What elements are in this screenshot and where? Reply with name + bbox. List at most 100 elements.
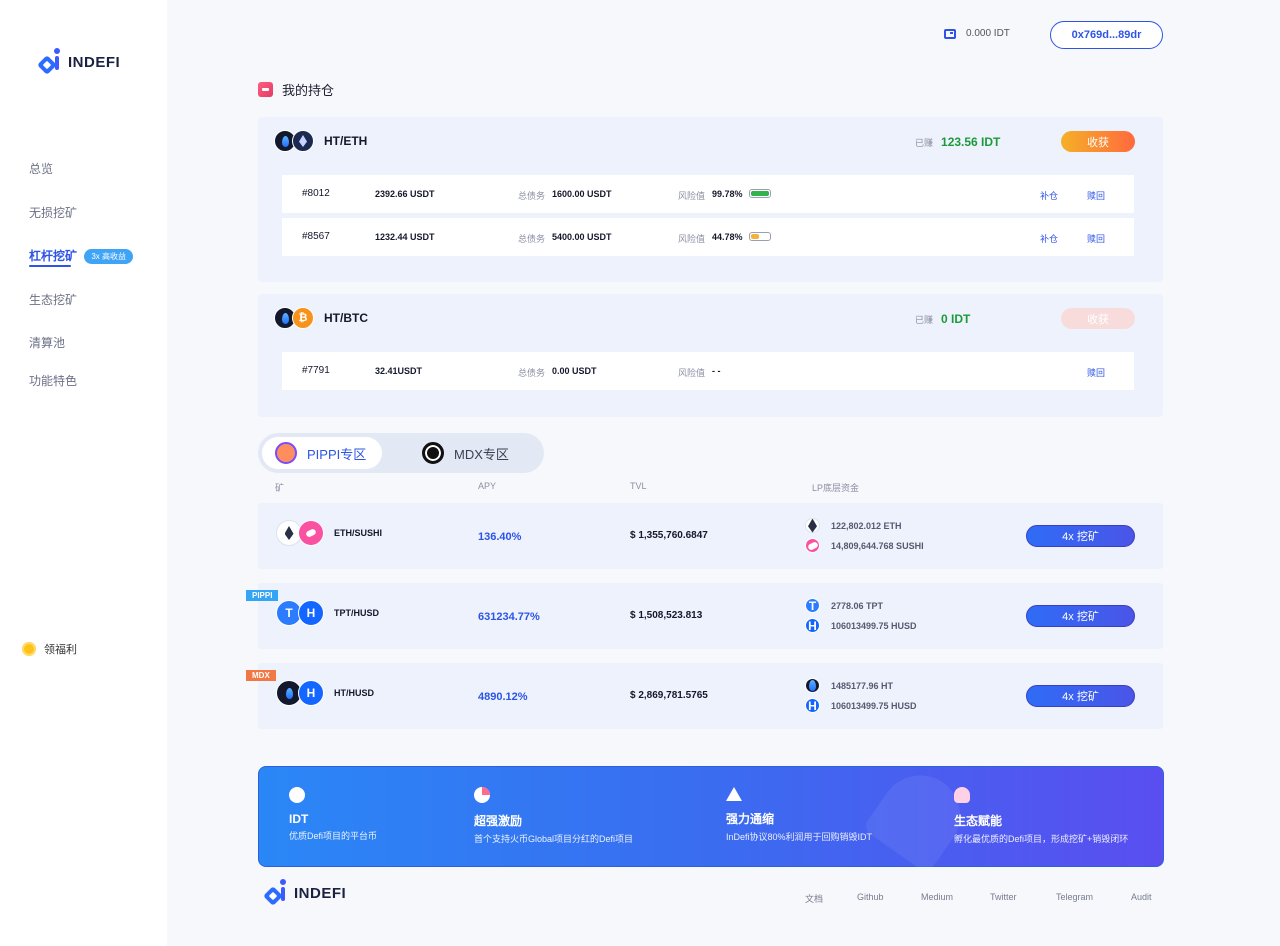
risk-meter (749, 232, 771, 241)
sidebar-item-overview[interactable]: 总览 (29, 160, 53, 177)
footer-link-docs[interactable]: 文档 (805, 892, 823, 905)
feature-title: IDT (289, 812, 309, 826)
lp-asset: 2778.06 TPT (805, 598, 883, 613)
gift-coin-icon (22, 642, 36, 656)
footer-link-medium[interactable]: Medium (921, 892, 953, 902)
husd-coin-icon (805, 618, 820, 633)
sidebar: INDEFI 总览 无损挖矿 杠杆挖矿 3x 高收益 生态挖矿 清算池 功能特色… (0, 0, 167, 946)
mdx-tag: MDX (246, 670, 276, 681)
leverage-mine-button[interactable]: 4x 挖矿 (1026, 685, 1135, 707)
apy-value: 4890.12% (478, 691, 528, 703)
sidebar-item-liquidation-pool[interactable]: 清算池 (29, 334, 65, 351)
pair-name: TPT/HUSD (334, 608, 379, 618)
sidebar-item-label: 无损挖矿 (29, 206, 78, 220)
sidebar-item-leverage-mining[interactable]: 杠杆挖矿 3x 高收益 (29, 247, 134, 267)
leverage-mine-button[interactable]: 4x 挖矿 (1026, 525, 1135, 547)
redeem-button[interactable]: 赎回 (1087, 232, 1105, 245)
debt-value: 5400.00 USDT (552, 232, 612, 242)
column-header-pool: 矿 (275, 483, 285, 493)
refill-button[interactable]: 补仓 (1040, 232, 1058, 245)
husd-coin-icon (298, 680, 324, 706)
farm-row-tpt-husd: PIPPI TPT/HUSD 631234.77% $ 1,508,523.81… (246, 583, 1163, 649)
btc-coin-icon: ₿ (292, 307, 314, 329)
lp-asset: 14,809,644.768 SUSHI (805, 538, 924, 553)
debt-label: 总债务 (518, 234, 546, 244)
sushi-coin-icon (298, 520, 324, 546)
feature-idt: IDT 优质Defi项目的平台币 (289, 787, 377, 842)
pippi-tag: PIPPI (246, 590, 279, 601)
risk-value: 99.78% (712, 189, 743, 199)
footer-link-github[interactable]: Github (857, 892, 884, 902)
redeem-button[interactable]: 赎回 (1087, 189, 1105, 202)
brand-name: INDEFI (294, 884, 347, 902)
triangle-icon (726, 787, 742, 801)
order-row: #7791 32.41USDT 总债务 0.00 USDT 风险值 - - 赎回 (282, 352, 1134, 390)
farm-row-ht-husd: MDX HT/HUSD 4890.12% $ 2,869,781.5765 14… (246, 663, 1163, 729)
sidebar-item-label: 清算池 (29, 336, 66, 350)
wallet-address-button[interactable]: 0x769d...89dr (1050, 21, 1163, 49)
holdings-title: 我的持仓 (258, 80, 334, 99)
column-header-apy: APY (478, 481, 497, 491)
sidebar-item-eco-mining[interactable]: 生态挖矿 (29, 291, 77, 308)
order-amount: 32.41USDT (375, 366, 423, 376)
footer-logo[interactable]: INDEFI (263, 879, 347, 907)
sidebar-item-label: 功能特色 (29, 374, 78, 388)
logo-icon (263, 879, 288, 907)
feature-desc: 优质Defi项目的平台币 (289, 831, 378, 841)
tab-pippi-zone[interactable]: PIPPI专区 (262, 437, 382, 469)
lp-asset: 106013499.75 HUSD (805, 698, 917, 713)
pie-chart-icon (474, 787, 490, 803)
pair-name: ETH/SUSHI (334, 528, 383, 538)
risk-label: 风险值 (678, 191, 706, 201)
pair-name: HT/HUSD (334, 688, 374, 698)
pair-name: HT/ETH (324, 134, 368, 148)
footer-link-twitter[interactable]: Twitter (990, 892, 1017, 902)
sushi-coin-icon (805, 538, 820, 553)
lp-asset: 1485177.96 HT (805, 678, 893, 693)
feature-incentive: 超强激励 首个支持火币Global项目分红的Defi项目 (474, 787, 633, 845)
feature-desc: 孵化最优质的Defi项目，形成挖矿+销毁闭环 (954, 834, 1129, 844)
feature-title: 生态赋能 (954, 814, 1003, 828)
refill-button[interactable]: 补仓 (1040, 189, 1058, 202)
footer-link-telegram[interactable]: Telegram (1056, 892, 1093, 902)
footer-link-audit[interactable]: Audit (1131, 892, 1152, 902)
features-banner: IDT 优质Defi项目的平台币 超强激励 首个支持火币Global项目分红的D… (258, 759, 1164, 875)
order-amount: 1232.44 USDT (375, 232, 435, 242)
position-card-ht-eth: HT/ETH 已赚 123.56 IDT 收获 #8012 2392.66 US… (258, 117, 1163, 282)
redeem-button[interactable]: 赎回 (1087, 366, 1105, 379)
tvl-value: $ 2,869,781.5765 (630, 690, 708, 701)
lp-amount: 1485177.96 HT (831, 680, 894, 691)
order-row: #8567 1232.44 USDT 总债务 5400.00 USDT 风险值 … (282, 218, 1134, 256)
earned-value: 123.56 IDT (941, 135, 1001, 149)
brand-logo[interactable]: INDEFI (37, 48, 120, 76)
lp-asset: 106013499.75 HUSD (805, 618, 917, 633)
harvest-button[interactable]: 收获 (1061, 131, 1135, 152)
tab-mdx-zone[interactable]: MDX专区 (422, 437, 509, 469)
feature-desc: InDefi协议80%利润用于回购销毁IDT (726, 832, 873, 842)
debt-label: 总债务 (518, 368, 546, 378)
order-id: #8012 (302, 188, 330, 199)
ht-coin-icon (805, 678, 820, 693)
sidebar-item-label: 总览 (29, 162, 54, 176)
order-row: #8012 2392.66 USDT 总债务 1600.00 USDT 风险值 … (282, 175, 1134, 213)
holdings-title-text: 我的持仓 (282, 83, 335, 98)
farm-pair: ETH/SUSHI (276, 520, 382, 546)
risk-label: 风险值 (678, 234, 706, 244)
apy-value: 631234.77% (478, 611, 540, 623)
column-header-lp: LP底层资金 (812, 483, 860, 493)
feature-title: 超强激励 (474, 814, 523, 828)
farm-pair: TPT/HUSD (276, 600, 379, 626)
debt-label: 总债务 (518, 191, 546, 201)
mdx-icon (422, 442, 444, 464)
welfare-link[interactable]: 领福利 (22, 641, 77, 657)
sidebar-item-lossless-mining[interactable]: 无损挖矿 (29, 204, 77, 221)
leverage-mine-button[interactable]: 4x 挖矿 (1026, 605, 1135, 627)
sidebar-item-features[interactable]: 功能特色 (29, 372, 77, 389)
wallet-icon (944, 28, 956, 39)
balance-value: 0.000 IDT (966, 28, 1010, 39)
feature-desc: 首个支持火币Global项目分红的Defi项目 (474, 834, 634, 844)
harvest-button[interactable]: 收获 (1061, 308, 1135, 329)
order-id: #7791 (302, 365, 330, 376)
pair-name: HT/BTC (324, 311, 368, 325)
debt-value: 1600.00 USDT (552, 189, 612, 199)
